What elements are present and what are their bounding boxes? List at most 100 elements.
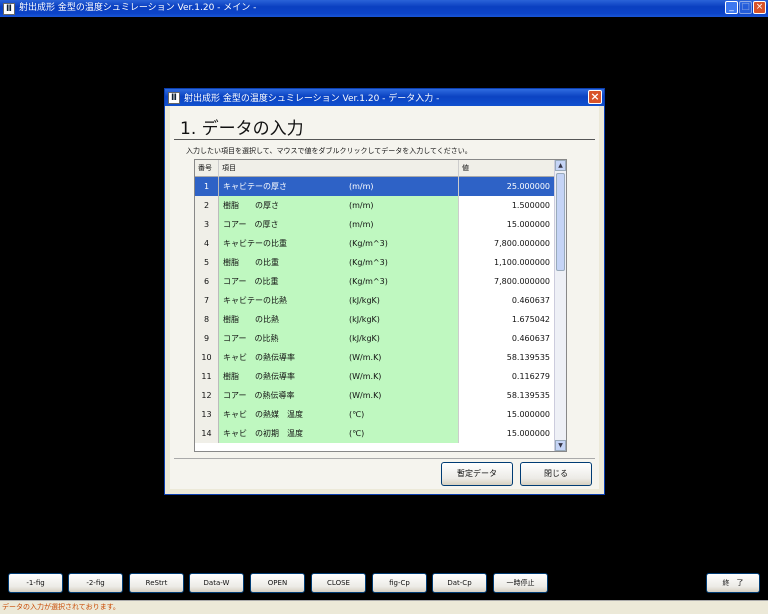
item-unit: (m/m) xyxy=(349,182,374,191)
row-value[interactable]: 15.000000 xyxy=(459,215,556,234)
item-unit: (m/m) xyxy=(349,220,374,229)
row-value[interactable]: 1.500000 xyxy=(459,196,556,215)
item-unit: (kJ/kgK) xyxy=(349,334,380,343)
scroll-up-icon[interactable]: ▲ xyxy=(555,160,566,171)
row-item[interactable]: キャビ の熱媒 温度 (℃) xyxy=(219,405,459,424)
row-item[interactable]: 樹脂 の厚さ (m/m) xyxy=(219,196,459,215)
row-item[interactable]: 樹脂 の熱伝導率 (W/m.K) xyxy=(219,367,459,386)
data-grid[interactable]: 番号 項目 値 1 キャビテーの厚さ (m/m) 25.000000 2 樹脂 の厚さ (m… xyxy=(194,159,567,452)
status-bar: データの入力が選択されております。 xyxy=(0,600,768,614)
toolbar-button[interactable]: Dat-Cp xyxy=(432,573,487,593)
row-item[interactable]: コアー の比重 (Kg/m^3) xyxy=(219,272,459,291)
row-number: 7 xyxy=(195,291,219,310)
row-value[interactable]: 58.139535 xyxy=(459,348,556,367)
section-heading: 1. データの入力 xyxy=(180,119,304,139)
item-name: 樹脂 の比熱 xyxy=(223,315,279,324)
row-item[interactable]: キャビテーの比重 (Kg/m^3) xyxy=(219,234,459,253)
table-row[interactable]: 8 樹脂 の比熱 (kJ/kgK) 1.675042 xyxy=(195,310,556,329)
row-item[interactable]: 樹脂 の比熱 (kJ/kgK) xyxy=(219,310,459,329)
header-number[interactable]: 番号 xyxy=(195,160,219,177)
exit-button[interactable]: 終 了 xyxy=(706,573,760,593)
dialog-close-button[interactable]: × xyxy=(588,90,602,104)
toolbar-button[interactable]: fig-Cp xyxy=(372,573,427,593)
row-value[interactable]: 0.460637 xyxy=(459,291,556,310)
close-dialog-button[interactable]: 閉じる xyxy=(520,462,592,486)
row-item[interactable]: キャビテーの厚さ (m/m) xyxy=(219,177,459,196)
row-value[interactable]: 58.139535 xyxy=(459,386,556,405)
row-value[interactable]: 25.000000 xyxy=(459,177,556,196)
row-item[interactable]: コアー の熱伝導率 (W/m.K) xyxy=(219,386,459,405)
minimize-button[interactable]: _ xyxy=(725,1,738,14)
table-row[interactable]: 9 コアー の比熱 (kJ/kgK) 0.460637 xyxy=(195,329,556,348)
row-number: 9 xyxy=(195,329,219,348)
toolbar-button[interactable]: ReStrt xyxy=(129,573,184,593)
item-name: キャビテーの比重 xyxy=(223,239,287,248)
row-item[interactable]: コアー の比熱 (kJ/kgK) xyxy=(219,329,459,348)
table-row[interactable]: 7 キャビテーの比熱 (kJ/kgK) 0.460637 xyxy=(195,291,556,310)
item-unit: (℃) xyxy=(349,429,365,438)
table-row[interactable]: 3 コアー の厚さ (m/m) 15.000000 xyxy=(195,215,556,234)
item-name: 樹脂 の厚さ xyxy=(223,201,279,210)
item-name: 樹脂 の比重 xyxy=(223,258,279,267)
item-name: コアー の熱伝導率 xyxy=(223,391,295,400)
row-value[interactable]: 15.000000 xyxy=(459,405,556,424)
toolbar-button[interactable]: -2-fig xyxy=(68,573,123,593)
main-titlebar: Ⅱ 射出成形 金型の温度シュミレーション Ver.1.20 - メイン - _ … xyxy=(0,0,768,17)
table-row[interactable]: 14 キャビ の初期 温度 (℃) 15.000000 xyxy=(195,424,556,443)
vertical-scrollbar[interactable]: ▲ ▼ xyxy=(554,160,566,451)
header-item[interactable]: 項目 xyxy=(219,160,459,177)
table-row[interactable]: 13 キャビ の熱媒 温度 (℃) 15.000000 xyxy=(195,405,556,424)
row-number: 3 xyxy=(195,215,219,234)
table-row[interactable]: 10 キャビ の熱伝導率 (W/m.K) 58.139535 xyxy=(195,348,556,367)
row-item[interactable]: キャビ の初期 温度 (℃) xyxy=(219,424,459,443)
main-window-title: 射出成形 金型の温度シュミレーション Ver.1.20 - メイン - xyxy=(19,3,257,13)
table-row[interactable]: 11 樹脂 の熱伝導率 (W/m.K) 0.116279 xyxy=(195,367,556,386)
item-name: 樹脂 の熱伝導率 xyxy=(223,372,295,381)
row-value[interactable]: 0.116279 xyxy=(459,367,556,386)
row-item[interactable]: 樹脂 の比重 (Kg/m^3) xyxy=(219,253,459,272)
dialog-app-icon: Ⅱ xyxy=(168,91,180,104)
row-item[interactable]: キャビテーの比熱 (kJ/kgK) xyxy=(219,291,459,310)
item-unit: (℃) xyxy=(349,410,365,419)
table-row[interactable]: 2 樹脂 の厚さ (m/m) 1.500000 xyxy=(195,196,556,215)
item-name: キャビ の熱媒 温度 xyxy=(223,410,303,419)
row-number: 2 xyxy=(195,196,219,215)
row-number: 10 xyxy=(195,348,219,367)
instruction-text: 入力したい項目を選択して、マウスで値をダブルクリックしてデータを入力してください… xyxy=(186,147,472,155)
toolbar-button[interactable]: CLOSE xyxy=(311,573,366,593)
row-value[interactable]: 0.460637 xyxy=(459,329,556,348)
row-value[interactable]: 7,800.000000 xyxy=(459,272,556,291)
bottom-divider xyxy=(174,458,595,459)
row-item[interactable]: キャビ の熱伝導率 (W/m.K) xyxy=(219,348,459,367)
table-row[interactable]: 5 樹脂 の比重 (Kg/m^3) 1,100.000000 xyxy=(195,253,556,272)
item-unit: (Kg/m^3) xyxy=(349,277,388,286)
close-button[interactable]: × xyxy=(753,1,766,14)
item-name: キャビ の熱伝導率 xyxy=(223,353,295,362)
maximize-button[interactable]: □ xyxy=(739,1,752,14)
row-number: 13 xyxy=(195,405,219,424)
table-row[interactable]: 12 コアー の熱伝導率 (W/m.K) 58.139535 xyxy=(195,386,556,405)
row-value[interactable]: 7,800.000000 xyxy=(459,234,556,253)
table-row[interactable]: 4 キャビテーの比重 (Kg/m^3) 7,800.000000 xyxy=(195,234,556,253)
preset-data-button[interactable]: 暫定データ xyxy=(441,462,513,486)
scroll-down-icon[interactable]: ▼ xyxy=(555,440,566,451)
row-item[interactable]: コアー の厚さ (m/m) xyxy=(219,215,459,234)
row-value[interactable]: 1,100.000000 xyxy=(459,253,556,272)
row-number: 4 xyxy=(195,234,219,253)
row-number: 12 xyxy=(195,386,219,405)
heading-divider xyxy=(174,139,595,140)
dialog-body: 1. データの入力 入力したい項目を選択して、マウスで値をダブルクリックしてデー… xyxy=(170,106,599,489)
toolbar-button[interactable]: -1-fig xyxy=(8,573,63,593)
item-unit: (Kg/m^3) xyxy=(349,258,388,267)
toolbar-button[interactable]: Data-W xyxy=(189,573,244,593)
toolbar-button[interactable]: 一時停止 xyxy=(493,573,548,593)
row-number: 14 xyxy=(195,424,219,443)
row-value[interactable]: 15.000000 xyxy=(459,424,556,443)
scroll-thumb[interactable] xyxy=(556,173,565,271)
table-row[interactable]: 1 キャビテーの厚さ (m/m) 25.000000 xyxy=(195,177,556,196)
table-row[interactable]: 6 コアー の比重 (Kg/m^3) 7,800.000000 xyxy=(195,272,556,291)
app-icon: Ⅱ xyxy=(3,2,15,15)
row-value[interactable]: 1.675042 xyxy=(459,310,556,329)
header-value[interactable]: 値 xyxy=(459,160,556,177)
toolbar-button[interactable]: OPEN xyxy=(250,573,305,593)
